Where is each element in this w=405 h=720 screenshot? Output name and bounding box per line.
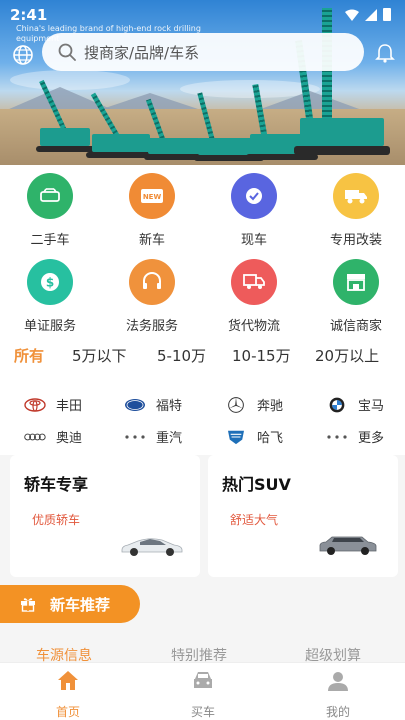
price-tab-all[interactable]: 所有 — [14, 345, 44, 366]
service-in-stock[interactable]: 现车 — [204, 173, 304, 248]
car-front-icon — [194, 672, 212, 688]
audi-logo-icon — [24, 433, 46, 440]
bell-icon[interactable] — [374, 42, 396, 64]
car-icon — [27, 173, 73, 219]
wifi-icon — [345, 9, 359, 21]
service-label: 现车 — [240, 233, 267, 248]
nav-label: 我的 — [325, 705, 350, 719]
promo-subtitle: 优质轿车 — [32, 513, 81, 527]
hafei-logo-icon — [228, 430, 244, 444]
promo-subtitle: 舒适大气 — [230, 513, 279, 527]
service-legal[interactable]: 法务服务 — [102, 259, 202, 334]
brand-label: 奥迪 — [56, 431, 83, 446]
promo-card-sedan[interactable]: 轿车专享 优质轿车 — [10, 455, 200, 577]
service-label: 诚信商家 — [329, 319, 382, 334]
sedan-car-image — [121, 538, 183, 556]
delivery-truck-icon — [231, 259, 277, 305]
user-icon — [328, 672, 348, 691]
service-label: 二手车 — [30, 233, 70, 248]
service-label: 专用改装 — [329, 233, 382, 248]
brand-bmw[interactable]: 宝马 — [326, 395, 384, 414]
check-circle-icon — [231, 173, 277, 219]
service-label: 货代物流 — [227, 319, 280, 334]
new-car-recommend-badge: 新车推荐 — [0, 585, 140, 623]
price-tab-10-15w[interactable]: 10-15万 — [232, 345, 291, 366]
mercedes-logo-icon — [228, 396, 244, 413]
brand-label: 福特 — [156, 399, 183, 414]
brand-audi[interactable]: 奥迪 — [24, 427, 82, 446]
brand-label: 奔驰 — [257, 399, 284, 414]
search-input[interactable]: 搜商家/品牌/车系 — [42, 33, 364, 71]
nav-label: 首页 — [55, 705, 80, 719]
price-filter-tabs: 所有 5万以下 5-10万 10-15万 20万以上 — [0, 345, 405, 375]
more-dots-icon — [327, 434, 347, 439]
status-time: 2:41 — [10, 6, 48, 24]
search-placeholder: 搜商家/品牌/车系 — [84, 43, 200, 62]
service-trusted-merchant[interactable]: 诚信商家 — [306, 259, 405, 334]
category-panel: 二手车 NEW 新车 现车 专用改装 $ 单证服务 法务服务 货代物流 诚信商家… — [0, 165, 405, 455]
nav-home[interactable]: 首页 — [33, 669, 103, 720]
rig-track — [294, 146, 390, 155]
promo-card-suv[interactable]: 热门SUV 舒适大气 — [208, 455, 398, 577]
svg-text:NEW: NEW — [143, 193, 162, 201]
service-document[interactable]: $ 单证服务 — [0, 259, 100, 334]
brand-label: 更多 — [358, 431, 385, 446]
brand-label: 重汽 — [156, 431, 183, 446]
service-used-car[interactable]: 二手车 — [0, 173, 100, 248]
brand-sinotruk[interactable]: 重汽 — [124, 427, 182, 446]
store-icon — [333, 259, 379, 305]
drill-rig — [300, 118, 384, 146]
battery-icon — [383, 8, 391, 21]
drill-rig — [198, 138, 258, 155]
rig-track — [36, 146, 96, 152]
globe-icon[interactable] — [12, 44, 34, 66]
dollar-icon: $ — [27, 259, 73, 305]
suv-car-image — [319, 536, 377, 555]
price-tab-under-5w[interactable]: 5万以下 — [72, 345, 127, 366]
gift-icon — [21, 598, 35, 612]
promo-title: 热门SUV — [222, 475, 291, 494]
signal-icon — [365, 8, 377, 21]
promo-title: 轿车专享 — [24, 475, 89, 494]
more-dots-icon — [125, 434, 145, 439]
service-custom-modification[interactable]: 专用改装 — [306, 173, 405, 248]
nav-label: 买车 — [190, 705, 215, 719]
brand-label: 哈飞 — [257, 431, 284, 446]
headset-icon — [129, 259, 175, 305]
nav-buy-car[interactable]: 买车 — [168, 669, 238, 720]
brand-mercedes[interactable]: 奔驰 — [225, 395, 283, 414]
drill-rig — [40, 128, 90, 146]
service-logistics[interactable]: 货代物流 — [204, 259, 304, 334]
home-icon — [58, 671, 78, 690]
svg-text:$: $ — [46, 276, 54, 290]
brand-label: 丰田 — [56, 399, 83, 414]
brand-ford[interactable]: 福特 — [124, 395, 182, 414]
drill-rig — [92, 134, 150, 152]
new-badge-icon: NEW — [129, 173, 175, 219]
price-tab-over-20w[interactable]: 20万以上 — [315, 345, 379, 366]
brand-hafei[interactable]: 哈飞 — [225, 427, 283, 446]
ford-logo-icon — [125, 398, 145, 411]
toyota-logo-icon — [24, 397, 46, 412]
section-title: 新车推荐 — [50, 595, 111, 614]
brand-toyota[interactable]: 丰田 — [24, 395, 82, 414]
price-tab-5-10w[interactable]: 5-10万 — [157, 345, 206, 366]
bmw-logo-icon — [329, 397, 345, 412]
nav-profile[interactable]: 我的 — [303, 669, 373, 720]
service-label: 单证服务 — [23, 319, 76, 334]
bottom-navigation: 首页 买车 我的 — [0, 662, 405, 720]
service-new-car[interactable]: NEW 新车 — [102, 173, 202, 248]
truck-icon — [333, 173, 379, 219]
drill-rig — [148, 138, 200, 154]
brand-label: 宝马 — [358, 399, 385, 414]
service-label: 法务服务 — [125, 319, 178, 334]
brand-more[interactable]: 更多 — [326, 427, 384, 446]
search-icon — [58, 43, 76, 61]
service-label: 新车 — [138, 233, 165, 248]
